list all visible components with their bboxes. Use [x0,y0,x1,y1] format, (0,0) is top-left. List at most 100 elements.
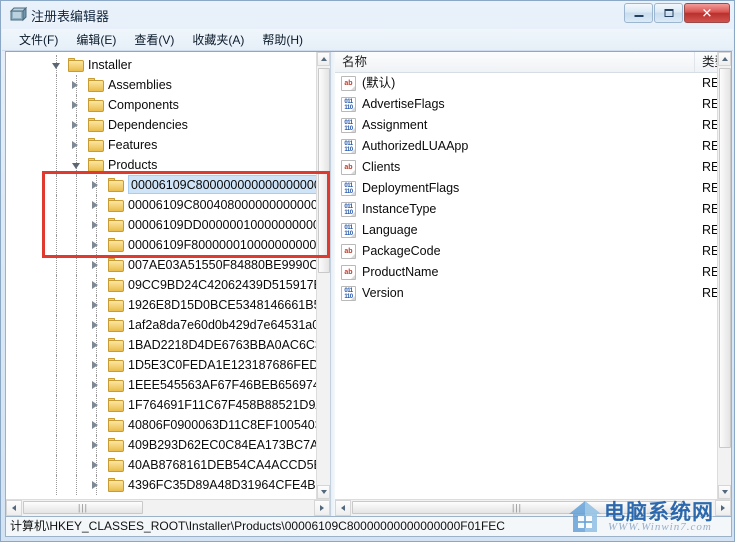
tree-hscroll-thumb[interactable]: ||| [23,501,143,514]
tree-expand-icon[interactable] [92,401,101,410]
tree-expand-icon[interactable] [92,201,101,210]
dword-value-icon: 011 110 [341,118,356,133]
value-row[interactable]: ab ProductName REG [335,262,717,283]
tree-expand-icon[interactable] [92,261,101,270]
tree-expand-icon[interactable] [72,121,81,130]
tree-expand-icon[interactable] [72,81,81,90]
tree-node[interactable]: 40806F0900063D11C8EF10054038389C [6,415,316,435]
tree-horizontal-scrollbar[interactable]: ||| [6,499,330,516]
values-scroll-up-button[interactable] [718,52,731,66]
tree-node[interactable]: Features [6,135,316,155]
values-scroll-right-button[interactable] [715,500,731,516]
tree-node-label: Products [108,158,158,172]
triangle-icon [52,63,60,69]
tree-expand-icon[interactable] [92,421,101,430]
value-row[interactable]: 011110 DeploymentFlags REG [335,178,717,199]
value-row[interactable]: 011110 InstanceType REG [335,199,717,220]
tree-scroll-thumb[interactable] [318,68,330,273]
tree-expand-icon[interactable] [92,281,101,290]
tree-scroll-down-button[interactable] [317,485,330,499]
tree-connector-line [76,275,77,295]
values-scroll-down-button[interactable] [718,485,731,499]
title-bar[interactable]: 注册表编辑器 ✕ [1,1,734,29]
tree-expand-icon[interactable] [92,221,101,230]
tree-node[interactable]: Products [6,155,316,175]
tree-expand-icon[interactable] [92,321,101,330]
close-button[interactable]: ✕ [684,3,730,23]
tree-node[interactable]: Dependencies [6,115,316,135]
tree-scroll-right-button[interactable] [314,500,330,516]
tree-node[interactable]: 00006109C800408000000000000F01FEC [6,195,316,215]
window-frame: 注册表编辑器 ✕ 文件(F) 编辑(E) 查看(V) 收藏夹(A) 帮助(H) Ins [0,0,735,542]
tree-node[interactable]: 1EEE545563AF67F46BEB656974A3B1C2 [6,375,316,395]
tree-connector-line [76,455,77,475]
triangle-icon [92,281,98,289]
value-row[interactable]: 011110 Version REG [335,283,717,304]
tree-connector-line [56,335,57,355]
tree-node[interactable]: 1af2a8da7e60d0b429d7e64531a0c9b2 [6,315,316,335]
value-type: REG [702,244,717,258]
folder-icon [68,58,84,72]
tree-node[interactable]: 09CC9BD24C42062439D515917E0D63A0 [6,275,316,295]
tree-node[interactable]: Assemblies [6,75,316,95]
folder-body [108,180,124,192]
tree-expand-icon[interactable] [92,481,101,490]
values-scroll-left-button[interactable] [335,500,351,516]
tree-node-label: 1D5E3C0FEDA1E123187686FEDA2B3C41 [128,358,316,372]
value-row[interactable]: ab (默认) REG [335,73,717,94]
minimize-button[interactable] [624,3,653,23]
tree-node[interactable]: 1D5E3C0FEDA1E123187686FEDA2B3C41 [6,355,316,375]
tree-expand-icon[interactable] [92,181,101,190]
tree-node[interactable]: 1F764691F11C67F458B88521D9A0E3F1 [6,395,316,415]
tree-node[interactable]: 00006109DD00000010000000000F01FEC [6,215,316,235]
tree-node[interactable]: 1BAD2218D4DE6763BBA0AC6C3E1D5A72 [6,335,316,355]
folder-body [108,340,124,352]
tree-expand-icon[interactable] [72,141,81,150]
tree-node[interactable]: 4396FC35D89A48D31964CFE4B0A2D317 [6,475,316,495]
tree-expand-icon[interactable] [92,381,101,390]
tree-expand-icon[interactable] [72,101,81,110]
tree-node[interactable]: 409B293D62EC0C84EA173BC7A9D1E5F0 [6,435,316,455]
folder-icon [108,238,124,252]
tree-node[interactable]: Components [6,95,316,115]
triangle-icon [72,121,78,129]
tree-node[interactable]: 1926E8D15D0BCE5348146661B5E07C3D [6,295,316,315]
value-row[interactable]: 011110 Language REG [335,220,717,241]
maximize-button[interactable] [654,3,683,23]
folder-icon [108,398,124,412]
values-scroll-thumb[interactable] [719,68,731,448]
tree-connector-line [76,415,77,435]
tree-expand-icon[interactable] [92,441,101,450]
menu-help[interactable]: 帮助(H) [253,29,312,50]
tree-expand-icon[interactable] [92,341,101,350]
tree-vertical-scrollbar[interactable] [316,52,330,499]
tree-scroll-left-button[interactable] [6,500,22,516]
tree-collapse-icon[interactable] [52,61,61,70]
column-header-name[interactable]: 名称 [335,52,695,72]
tree-node[interactable]: 007AE03A51550F84880BE9990C7D1EF5 [6,255,316,275]
menu-edit[interactable]: 编辑(E) [67,29,125,50]
tree-node[interactable]: 00006109C8000000000000000000F01FEC [6,175,316,195]
value-row[interactable]: 011110 Assignment REG [335,115,717,136]
tree-node[interactable]: 40AB8768161DEB54CA4ACCD5E3B10A27 [6,455,316,475]
value-row[interactable]: 011110 AuthorizedLUAApp REG [335,136,717,157]
value-row[interactable]: ab Clients REG [335,157,717,178]
tree-collapse-icon[interactable] [72,161,81,170]
registry-tree-pane: Installer Assemblies Components Dependencie… [6,52,330,516]
tree-expand-icon[interactable] [92,241,101,250]
tree-node[interactable]: 00006109F800000010000000000F01FEC [6,235,316,255]
tree-expand-icon[interactable] [92,461,101,470]
menu-file[interactable]: 文件(F) [10,29,67,50]
menu-favorites[interactable]: 收藏夹(A) [183,29,253,50]
tree-node[interactable]: Installer [6,55,316,75]
menu-view[interactable]: 查看(V) [125,29,183,50]
tree-expand-icon[interactable] [92,301,101,310]
tree-expand-icon[interactable] [92,361,101,370]
values-vertical-scrollbar[interactable] [717,52,731,499]
value-row[interactable]: 011110 AdvertiseFlags REG [335,94,717,115]
values-hscroll-thumb[interactable]: ||| [352,501,682,514]
values-horizontal-scrollbar[interactable]: ||| [335,499,731,516]
tree-scroll-up-button[interactable] [317,52,330,66]
value-row[interactable]: ab PackageCode REG [335,241,717,262]
tree-connector-line [76,395,77,415]
